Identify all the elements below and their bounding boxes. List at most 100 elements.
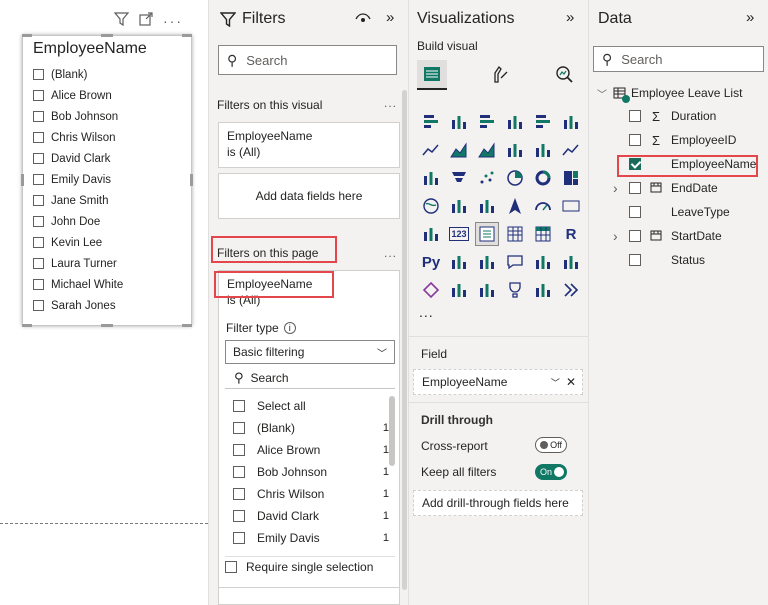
slicer-item-checkbox[interactable] xyxy=(33,111,44,122)
filter-value-item[interactable]: Emily Davis 1 xyxy=(233,529,389,547)
add-data-fields-well[interactable]: Add data fields here xyxy=(218,173,400,219)
filter-value-item[interactable]: Bob Johnson 1 xyxy=(233,463,389,481)
field-checkbox[interactable] xyxy=(629,134,641,146)
multi-row-card-icon[interactable] xyxy=(419,222,443,246)
more-options-icon[interactable]: ··· xyxy=(163,13,183,29)
resize-handle[interactable] xyxy=(101,34,113,37)
line-chart-icon[interactable] xyxy=(419,138,443,162)
format-visual-icon[interactable] xyxy=(488,62,512,86)
filter-type-dropdown[interactable]: Basic filtering ﹀ xyxy=(225,340,395,364)
field-checkbox[interactable] xyxy=(629,182,641,194)
resize-handle[interactable] xyxy=(22,34,32,37)
power-automate-icon[interactable] xyxy=(475,278,499,302)
line-column-chart-icon[interactable] xyxy=(503,138,527,162)
filter-list-scrollbar[interactable] xyxy=(389,396,395,466)
collapse-pane-icon[interactable]: » xyxy=(566,9,574,26)
card-icon[interactable] xyxy=(559,194,583,218)
resize-handle[interactable] xyxy=(22,324,32,327)
resize-handle[interactable] xyxy=(190,174,193,186)
stacked-bar-chart-icon[interactable] xyxy=(419,110,443,134)
field-checkbox[interactable] xyxy=(629,110,641,122)
slicer-item[interactable]: Sarah Jones xyxy=(33,295,123,316)
100-stacked-bar-chart-icon[interactable] xyxy=(531,110,555,134)
pie-chart-icon[interactable] xyxy=(503,166,527,190)
100-stacked-column-chart-icon[interactable] xyxy=(559,110,583,134)
slicer-item-checkbox[interactable] xyxy=(33,279,44,290)
keep-all-filters-toggle[interactable]: On xyxy=(535,464,567,480)
filter-value-item[interactable]: Select all xyxy=(233,397,389,415)
slicer-item[interactable]: Alice Brown xyxy=(33,85,123,106)
filter-value-item[interactable]: (Blank) 1 xyxy=(233,419,389,437)
field-status[interactable]: Status xyxy=(613,250,705,270)
field-well-employee-name[interactable]: EmployeeName ﹀ ✕ xyxy=(413,369,583,395)
slicer-item-checkbox[interactable] xyxy=(33,174,44,185)
matrix-icon[interactable] xyxy=(531,222,555,246)
decomposition-tree-icon[interactable] xyxy=(475,250,499,274)
filter-value-item[interactable]: Chris Wilson 1 xyxy=(233,485,389,503)
stacked-area-chart-icon[interactable] xyxy=(475,138,499,162)
ribbon-chart-icon[interactable] xyxy=(559,138,583,162)
azure-map-icon[interactable] xyxy=(503,194,527,218)
treemap-icon[interactable] xyxy=(559,166,583,190)
slicer-item-checkbox[interactable] xyxy=(33,195,44,206)
visual-filter-card[interactable]: EmployeeName is (All) xyxy=(218,122,400,168)
filter-values-search[interactable]: ⚲ Search xyxy=(225,367,395,389)
more-visuals-icon[interactable]: ... xyxy=(419,304,434,320)
drill-through-well[interactable]: Add drill-through fields here xyxy=(413,490,583,516)
donut-chart-icon[interactable] xyxy=(531,166,555,190)
filled-map-icon[interactable] xyxy=(447,194,471,218)
slicer-item-checkbox[interactable] xyxy=(33,258,44,269)
field-leavetype[interactable]: LeaveType xyxy=(613,202,730,222)
slicer-item-checkbox[interactable] xyxy=(33,153,44,164)
filters-search-input[interactable]: ⚲ Search xyxy=(218,45,397,75)
filter-value-item[interactable]: David Clark 1 xyxy=(233,507,389,525)
narrative-arrow-icon[interactable] xyxy=(559,278,583,302)
resize-handle[interactable] xyxy=(182,34,192,37)
clustered-bar-chart-icon[interactable] xyxy=(475,110,499,134)
r-visual-icon[interactable]: R xyxy=(559,222,583,246)
card-new-icon[interactable] xyxy=(447,278,471,302)
field-checkbox[interactable] xyxy=(629,230,641,242)
filter-icon[interactable] xyxy=(113,12,130,29)
clustered-column-chart-icon[interactable] xyxy=(503,110,527,134)
data-search-input[interactable]: ⚲ Search xyxy=(593,46,764,72)
filter-value-checkbox[interactable] xyxy=(233,400,245,412)
require-single-checkbox[interactable] xyxy=(225,561,237,573)
table-employee-leave-list[interactable]: ﹀ Employee Leave List xyxy=(597,83,742,103)
slicer-item[interactable]: Jane Smith xyxy=(33,190,123,211)
info-icon[interactable]: i xyxy=(283,322,296,334)
qa-visual-icon[interactable] xyxy=(503,250,527,274)
chevron-right-icon[interactable]: › xyxy=(613,180,623,196)
employee-name-slicer[interactable]: EmployeeName (Blank) Alice Brown Bob Johns… xyxy=(21,34,193,327)
python-visual-icon[interactable]: Py xyxy=(419,250,443,274)
chevron-down-icon[interactable]: ﹀ xyxy=(597,86,607,101)
paginated-report-icon[interactable] xyxy=(559,250,583,274)
slicer-item-checkbox[interactable] xyxy=(33,69,44,80)
filter-value-checkbox[interactable] xyxy=(233,466,245,478)
waterfall-chart-icon[interactable] xyxy=(419,166,443,190)
filter-value-checkbox[interactable] xyxy=(233,510,245,522)
resize-handle[interactable] xyxy=(182,324,192,327)
slicer-item-checkbox[interactable] xyxy=(33,300,44,311)
field-employeeid[interactable]: Σ EmployeeID xyxy=(613,130,736,150)
chevron-down-icon[interactable]: ﹀ xyxy=(551,376,560,389)
build-visual-tab[interactable] xyxy=(417,60,447,90)
slicer-item-checkbox[interactable] xyxy=(33,216,44,227)
table-icon[interactable] xyxy=(503,222,527,246)
field-startdate[interactable]: › StartDate xyxy=(613,226,722,246)
scatter-chart-icon[interactable] xyxy=(475,166,499,190)
chevron-right-icon[interactable]: › xyxy=(613,228,623,244)
field-checkbox[interactable] xyxy=(629,206,641,218)
slicer-item[interactable]: Kevin Lee xyxy=(33,232,123,253)
require-single-selection[interactable]: Require single selection xyxy=(225,556,395,574)
slicer-item[interactable]: Laura Turner xyxy=(33,253,123,274)
eye-icon[interactable] xyxy=(355,11,371,28)
shape-map-icon[interactable] xyxy=(475,194,499,218)
get-more-visuals-icon[interactable] xyxy=(531,278,555,302)
more-options-icon[interactable]: ... xyxy=(384,96,397,110)
line-clustered-column-chart-icon[interactable] xyxy=(531,138,555,162)
slicer-item[interactable]: Bob Johnson xyxy=(33,106,123,127)
filters-pane-scrollbar[interactable] xyxy=(402,90,407,590)
slicer-item-checkbox[interactable] xyxy=(33,132,44,143)
cross-report-toggle[interactable]: Off xyxy=(535,437,567,453)
